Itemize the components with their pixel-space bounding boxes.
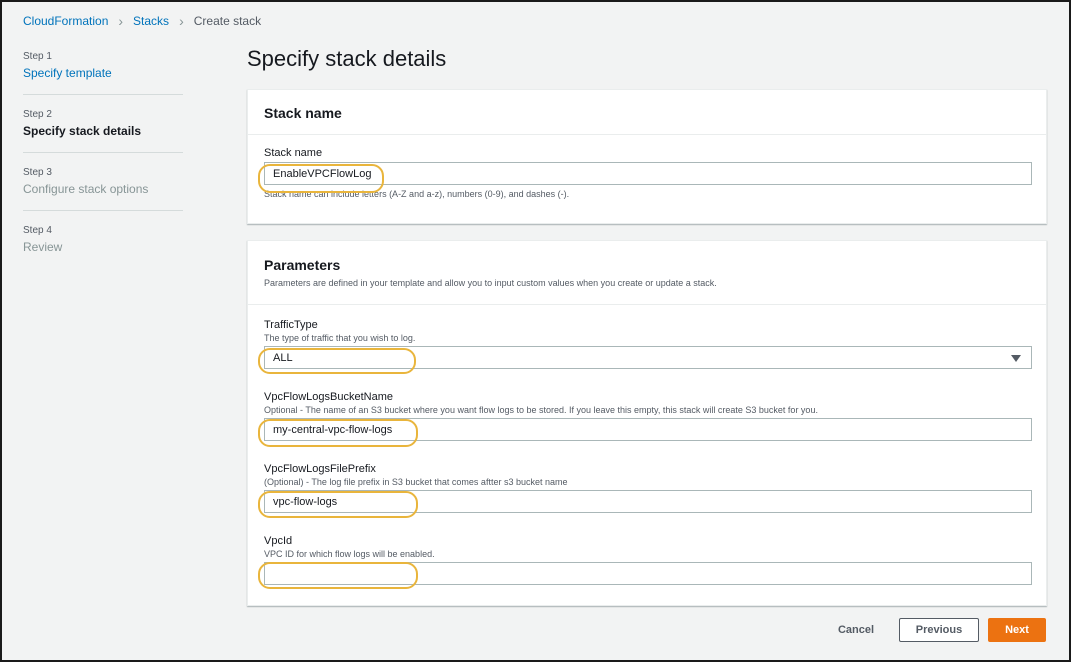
- file-prefix-value: vpc-flow-logs: [273, 495, 338, 508]
- step-label-specify-stack-details: Specify stack details: [23, 124, 142, 138]
- stack-name-input[interactable]: EnableVPCFlowLog: [264, 162, 1032, 185]
- step-4: Step 4 Review: [23, 225, 183, 268]
- vpc-id-input[interactable]: [264, 562, 1032, 585]
- step-2: Step 2 Specify stack details: [23, 109, 183, 153]
- caret-down-icon: [1011, 355, 1021, 362]
- step-3: Step 3 Configure stack options: [23, 167, 183, 211]
- field-bucket-name: VpcFlowLogsBucketName Optional - The nam…: [264, 391, 1032, 463]
- step-number: Step 3: [23, 167, 52, 178]
- parameters-panel: Parameters Parameters are defined in you…: [247, 240, 1047, 606]
- traffic-type-value: ALL: [273, 351, 293, 364]
- wizard-steps: Step 1 Specify template Step 2 Specify s…: [23, 51, 183, 282]
- page-title: Specify stack details: [247, 46, 447, 71]
- panel-header: Parameters Parameters are defined in you…: [248, 241, 1046, 305]
- step-link-specify-template[interactable]: Specify template: [23, 66, 183, 80]
- breadcrumb: CloudFormation › Stacks › Create stack: [23, 13, 261, 29]
- panel-title: Stack name: [264, 105, 342, 121]
- next-button[interactable]: Next: [988, 618, 1046, 642]
- panel-title: Parameters: [264, 257, 341, 273]
- bucket-name-value: my-central-vpc-flow-logs: [273, 423, 393, 436]
- bucket-name-label: VpcFlowLogsBucketName: [264, 391, 394, 403]
- panel-description: Parameters are defined in your template …: [264, 278, 717, 288]
- step-1: Step 1 Specify template: [23, 51, 183, 95]
- step-label-review: Review: [23, 240, 63, 254]
- panel-header: Stack name: [248, 90, 1046, 135]
- step-number: Step 2: [23, 109, 52, 120]
- vpc-id-label: VpcId: [264, 535, 293, 547]
- step-number: Step 4: [23, 225, 52, 236]
- traffic-type-label: TrafficType: [264, 319, 318, 331]
- chevron-right-icon: ›: [118, 13, 124, 29]
- stack-name-panel: Stack name Stack name EnableVPCFlowLog S…: [247, 89, 1047, 224]
- breadcrumb-create-stack: Create stack: [193, 14, 262, 28]
- previous-button[interactable]: Previous: [899, 618, 979, 642]
- file-prefix-label: VpcFlowLogsFilePrefix: [264, 463, 376, 475]
- panel-body: TrafficType The type of traffic that you…: [248, 305, 1046, 595]
- breadcrumb-stacks[interactable]: Stacks: [133, 14, 169, 28]
- traffic-type-desc: The type of traffic that you wish to log…: [264, 333, 416, 343]
- chevron-right-icon: ›: [179, 13, 184, 29]
- bucket-name-input[interactable]: my-central-vpc-flow-logs: [264, 418, 1032, 441]
- stack-name-value: EnableVPCFlowLog: [273, 167, 372, 180]
- stack-name-hint: Stack name can include letters (A-Z and …: [264, 189, 570, 199]
- step-label-configure-stack-options: Configure stack options: [23, 182, 149, 196]
- panel-body: Stack name EnableVPCFlowLog Stack name c…: [248, 135, 1046, 199]
- field-vpc-id: VpcId VPC ID for which flow logs will be…: [264, 535, 1032, 595]
- bucket-name-desc: Optional - The name of an S3 bucket wher…: [264, 405, 818, 415]
- file-prefix-input[interactable]: vpc-flow-logs: [264, 490, 1032, 513]
- field-file-prefix: VpcFlowLogsFilePrefix (Optional) - The l…: [264, 463, 1032, 535]
- vpc-id-desc: VPC ID for which flow logs will be enabl…: [264, 549, 435, 559]
- field-traffic-type: TrafficType The type of traffic that you…: [264, 319, 1032, 391]
- breadcrumb-cloudformation[interactable]: CloudFormation: [23, 14, 108, 28]
- stack-name-label: Stack name: [264, 147, 323, 159]
- step-number: Step 1: [23, 51, 52, 62]
- cancel-button[interactable]: Cancel: [828, 618, 884, 642]
- file-prefix-desc: (Optional) - The log file prefix in S3 b…: [264, 477, 568, 487]
- traffic-type-select[interactable]: ALL: [264, 346, 1032, 369]
